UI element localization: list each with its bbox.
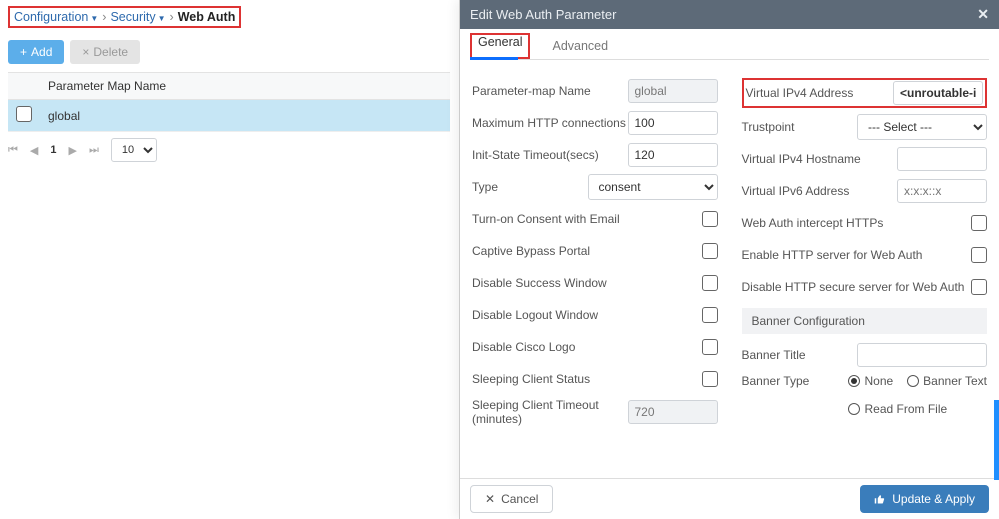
banner-section-title: Banner Configuration: [742, 308, 988, 334]
type-label: Type: [472, 180, 588, 194]
sleep-timeout-label: Sleeping Client Timeout (minutes): [472, 398, 628, 426]
breadcrumb-sep: ›: [170, 10, 174, 24]
plus-icon: +: [20, 45, 27, 59]
init-timeout-label: Init-State Timeout(secs): [472, 148, 628, 162]
first-page-button[interactable]: ⏮: [8, 144, 18, 157]
cell-name: global: [40, 100, 450, 132]
sleep-status-checkbox[interactable]: [702, 371, 718, 387]
vip4-field[interactable]: [893, 81, 983, 105]
tab-advanced[interactable]: Advanced: [550, 33, 610, 59]
panel-footer: ✕ Cancel Update & Apply: [460, 478, 999, 519]
breadcrumb-current: Web Auth: [178, 10, 236, 24]
row-checkbox[interactable]: [16, 106, 32, 122]
param-name-field: [628, 79, 718, 103]
action-bar: + Add × Delete: [8, 40, 450, 64]
disable-logout-label: Disable Logout Window: [472, 308, 702, 322]
x-icon: ✕: [485, 492, 495, 506]
intercept-label: Web Auth intercept HTTPs: [742, 216, 972, 230]
param-name-label: Parameter-map Name: [472, 84, 628, 98]
select-all-col[interactable]: [8, 73, 40, 100]
disable-success-checkbox[interactable]: [702, 275, 718, 291]
banner-title-label: Banner Title: [742, 348, 858, 362]
type-select[interactable]: consent: [588, 174, 718, 200]
consent-email-checkbox[interactable]: [702, 211, 718, 227]
intercept-checkbox[interactable]: [971, 215, 987, 231]
table-row[interactable]: global: [8, 100, 450, 132]
chevron-down-icon: ▼: [90, 14, 98, 23]
disable-https-label: Disable HTTP secure server for Web Auth: [742, 280, 972, 294]
banner-type-none-radio[interactable]: None: [848, 374, 893, 388]
parameter-map-table: Parameter Map Name global: [8, 72, 450, 132]
banner-type-label: Banner Type: [742, 374, 849, 388]
cancel-button[interactable]: ✕ Cancel: [470, 485, 553, 513]
sleep-timeout-field[interactable]: [628, 400, 718, 424]
vip4-label: Virtual IPv4 Address: [746, 86, 894, 100]
tabs: General Advanced: [460, 29, 999, 59]
enable-http-checkbox[interactable]: [971, 247, 987, 263]
page-number: 1: [50, 144, 56, 156]
accent-bar: [994, 400, 999, 480]
captive-bypass-label: Captive Bypass Portal: [472, 244, 702, 258]
update-apply-button[interactable]: Update & Apply: [860, 485, 989, 513]
disable-logo-label: Disable Cisco Logo: [472, 340, 702, 354]
banner-type-text-radio[interactable]: Banner Text: [907, 374, 987, 388]
delete-button[interactable]: × Delete: [70, 40, 140, 64]
captive-bypass-checkbox[interactable]: [702, 243, 718, 259]
sleep-status-label: Sleeping Client Status: [472, 372, 702, 386]
form-col-left: Parameter-map Name Maximum HTTP connecti…: [472, 72, 718, 474]
prev-page-button[interactable]: ◀: [30, 144, 38, 157]
breadcrumb-sep: ›: [102, 10, 106, 24]
panel-header: Edit Web Auth Parameter ✕: [460, 0, 999, 29]
init-timeout-field[interactable]: [628, 143, 718, 167]
page-size-select[interactable]: 10: [111, 138, 157, 162]
vip4host-label: Virtual IPv4 Hostname: [742, 152, 898, 166]
trustpoint-select[interactable]: --- Select ---: [857, 114, 987, 140]
last-page-button[interactable]: ⏭: [89, 144, 99, 157]
add-button[interactable]: + Add: [8, 40, 64, 64]
x-icon: ×: [82, 45, 89, 59]
close-icon[interactable]: ✕: [977, 6, 989, 23]
trustpoint-label: Trustpoint: [742, 120, 858, 134]
breadcrumb-link-security[interactable]: Security▼: [110, 10, 165, 24]
disable-https-checkbox[interactable]: [971, 279, 987, 295]
thumb-up-icon: [874, 493, 886, 505]
disable-logout-checkbox[interactable]: [702, 307, 718, 323]
pager: ⏮ ◀ 1 ▶ ⏭ 10: [8, 138, 450, 162]
banner-title-field[interactable]: [857, 343, 987, 367]
disable-logo-checkbox[interactable]: [702, 339, 718, 355]
breadcrumb-link-configuration[interactable]: Configuration▼: [14, 10, 98, 24]
chevron-down-icon: ▼: [158, 14, 166, 23]
vip4host-field[interactable]: [897, 147, 987, 171]
enable-http-label: Enable HTTP server for Web Auth: [742, 248, 972, 262]
form-col-right: Virtual IPv4 Address Trustpoint --- Sele…: [742, 72, 988, 474]
edit-panel: Edit Web Auth Parameter ✕ General Advanc…: [459, 0, 999, 519]
max-http-label: Maximum HTTP connections: [472, 116, 628, 130]
disable-success-label: Disable Success Window: [472, 276, 702, 290]
breadcrumb: Configuration▼ › Security▼ › Web Auth: [8, 6, 241, 28]
tab-general[interactable]: General: [476, 29, 524, 55]
next-page-button[interactable]: ▶: [69, 144, 77, 157]
vip6-label: Virtual IPv6 Address: [742, 184, 898, 198]
col-parameter-map-name[interactable]: Parameter Map Name: [40, 73, 450, 100]
vip6-field[interactable]: [897, 179, 987, 203]
max-http-field[interactable]: [628, 111, 718, 135]
consent-email-label: Turn-on Consent with Email: [472, 212, 702, 226]
banner-type-file-radio[interactable]: Read From File: [848, 402, 947, 416]
panel-title: Edit Web Auth Parameter: [470, 7, 616, 22]
